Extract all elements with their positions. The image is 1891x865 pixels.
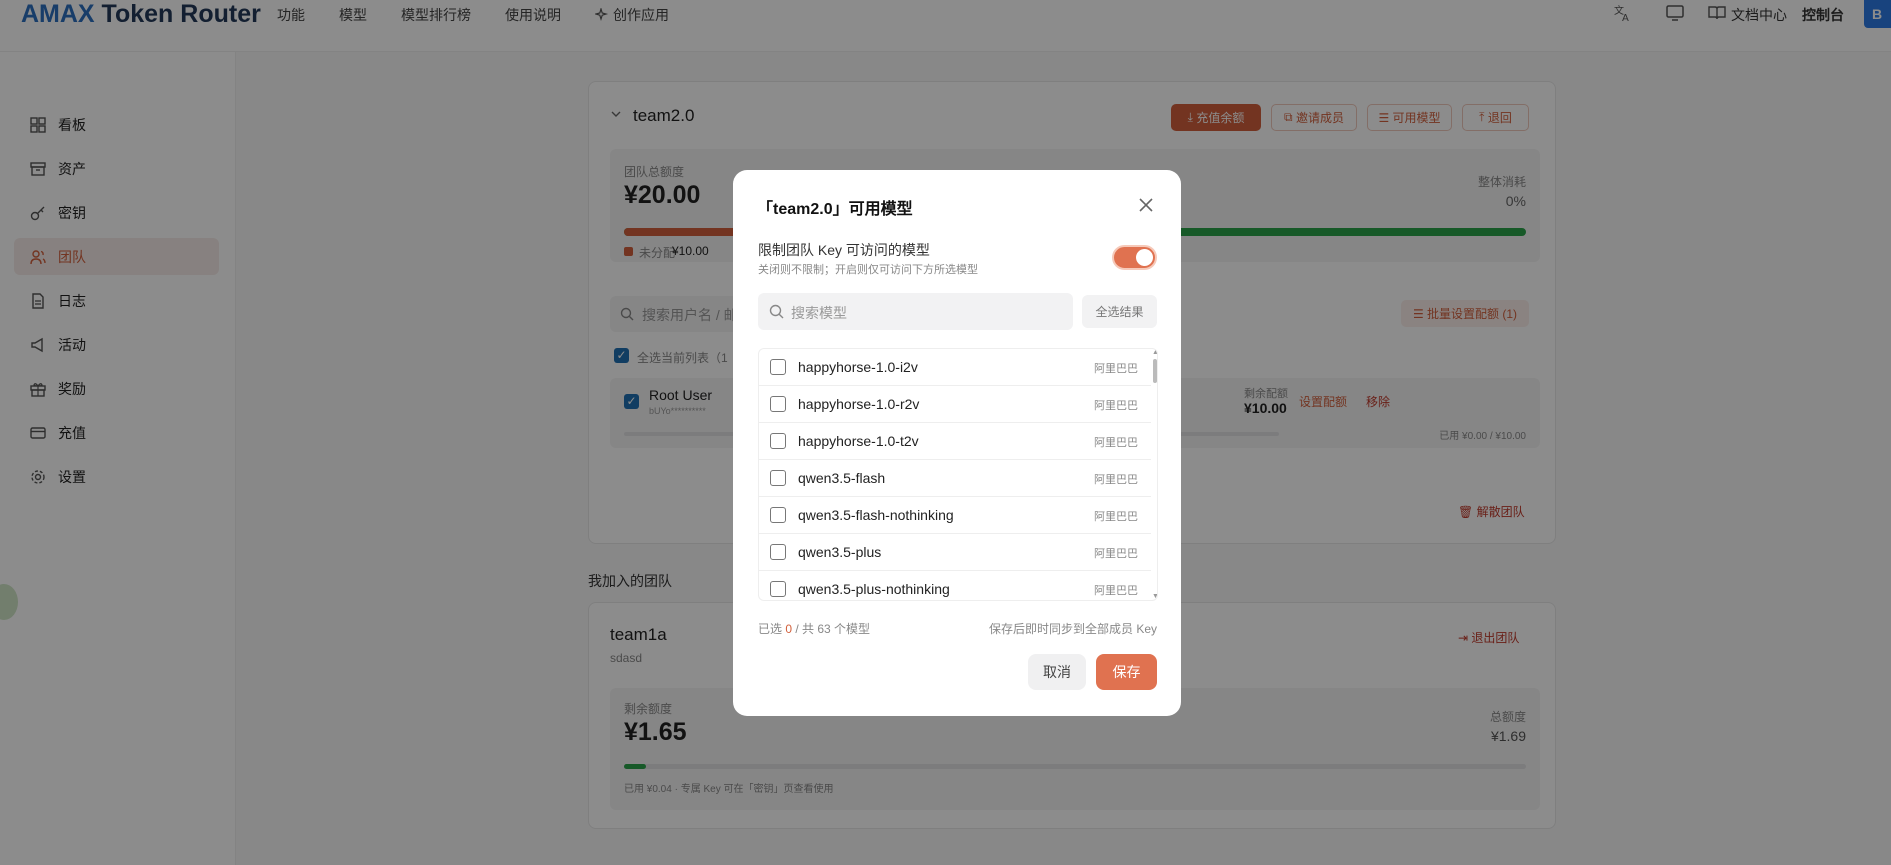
list-item[interactable]: qwen3.5-plus 阿里巴巴 bbox=[759, 534, 1151, 571]
model-search-input[interactable]: 搜索模型 bbox=[758, 293, 1073, 330]
model-list: happyhorse-1.0-i2v 阿里巴巴 happyhorse-1.0-r2… bbox=[758, 348, 1158, 601]
list-item[interactable]: qwen3.5-flash-nothinking 阿里巴巴 bbox=[759, 497, 1151, 534]
search-icon bbox=[769, 304, 784, 319]
list-item[interactable]: happyhorse-1.0-t2v 阿里巴巴 bbox=[759, 423, 1151, 460]
restrict-label: 限制团队 Key 可访问的模型 bbox=[758, 242, 930, 258]
model-checkbox[interactable] bbox=[770, 433, 786, 449]
model-checkbox[interactable] bbox=[770, 507, 786, 523]
close-icon[interactable] bbox=[1137, 196, 1155, 214]
restrict-description: 关闭则不限制；开启则仅可访问下方所选模型 bbox=[758, 264, 978, 276]
list-item[interactable]: happyhorse-1.0-i2v 阿里巴巴 bbox=[759, 349, 1151, 386]
selected-count-text: 已选 0 / 共 63 个模型 bbox=[758, 622, 871, 636]
scroll-down-arrow[interactable]: ▼ bbox=[1152, 593, 1157, 600]
model-checkbox[interactable] bbox=[770, 396, 786, 412]
list-scrollbar[interactable]: ▲ ▼ bbox=[1151, 349, 1157, 600]
model-checkbox[interactable] bbox=[770, 359, 786, 375]
scrollbar-thumb[interactable] bbox=[1153, 359, 1157, 383]
available-models-dialog: 「team2.0」可用模型 限制团队 Key 可访问的模型 关闭则不限制；开启则… bbox=[733, 170, 1181, 716]
cancel-button[interactable]: 取消 bbox=[1028, 654, 1086, 690]
model-checkbox[interactable] bbox=[770, 581, 786, 597]
model-checkbox[interactable] bbox=[770, 470, 786, 486]
list-item[interactable]: happyhorse-1.0-r2v 阿里巴巴 bbox=[759, 386, 1151, 423]
list-item[interactable]: qwen3.5-plus-nothinking 阿里巴巴 bbox=[759, 571, 1151, 600]
dialog-title: 「team2.0」可用模型 bbox=[757, 201, 913, 218]
toggle-knob bbox=[1136, 249, 1153, 266]
scroll-up-arrow[interactable]: ▲ bbox=[1152, 349, 1157, 356]
restrict-toggle[interactable] bbox=[1112, 245, 1157, 270]
save-button[interactable]: 保存 bbox=[1096, 654, 1157, 690]
select-all-results-button[interactable]: 全选结果 bbox=[1082, 295, 1157, 328]
sync-note: 保存后即时同步到全部成员 Key bbox=[988, 622, 1157, 636]
model-checkbox[interactable] bbox=[770, 544, 786, 560]
list-item[interactable]: qwen3.5-flash 阿里巴巴 bbox=[759, 460, 1151, 497]
